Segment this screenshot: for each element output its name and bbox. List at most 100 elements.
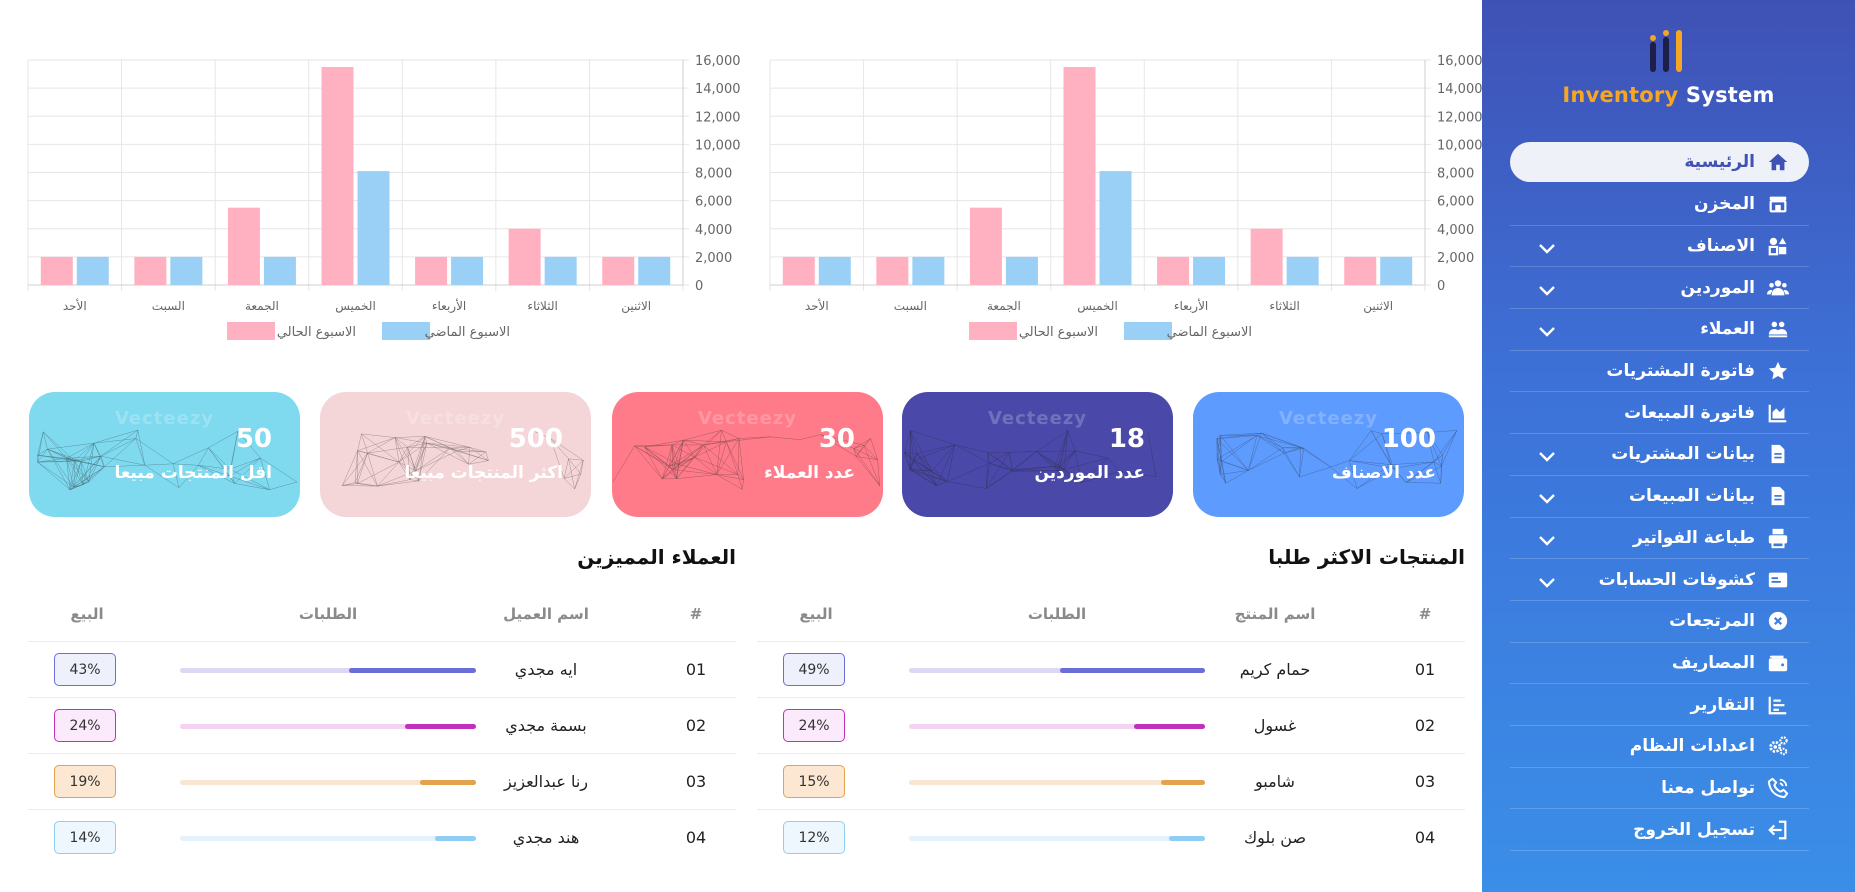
x-tick-label: الخميس	[335, 299, 376, 314]
row-name: بسمة مجدي	[505, 716, 587, 735]
progress-track	[180, 780, 476, 785]
progress-fill	[1133, 724, 1205, 729]
bar-previous-5	[912, 256, 945, 285]
stat-label: عدد الاصناف	[1331, 463, 1436, 483]
chevron-down-icon[interactable]	[1538, 448, 1556, 463]
sidebar-item-8[interactable]: بيانات المبيعات	[1510, 476, 1809, 518]
y-tick-label: 8,000	[695, 167, 732, 182]
row-number: 02	[1414, 716, 1436, 735]
legend-label[interactable]: الاسبوع الماضي	[425, 325, 510, 340]
table-row[interactable]: 03 رنا عبدالعزيز 19%	[28, 753, 736, 809]
legend-swatch	[969, 322, 1017, 340]
bar-current-5	[876, 256, 909, 285]
chevron-down-icon[interactable]	[1538, 240, 1556, 254]
progress-track	[180, 668, 476, 673]
header-sales: البيع	[799, 605, 833, 623]
store-icon	[1765, 193, 1791, 215]
phone-icon	[1765, 777, 1791, 799]
header-name: اسم العميل	[503, 605, 589, 623]
y-tick-label: 12,000	[1437, 110, 1483, 125]
sidebar-item-label: اعدادات النظام	[1629, 736, 1755, 757]
chevron-down-icon[interactable]	[1538, 282, 1556, 296]
progress-track	[909, 668, 1205, 673]
sidebar-item-14[interactable]: اعدادات النظام	[1510, 726, 1809, 768]
sidebar-item-6[interactable]: فاتورة المبيعات	[1510, 392, 1809, 435]
chevron-down-icon[interactable]	[1538, 490, 1556, 504]
y-tick-label: 10,000	[1437, 138, 1483, 153]
sidebar-item-1[interactable]: المخزن	[1510, 184, 1809, 226]
x-tick-label: الأحد	[805, 298, 829, 313]
stat-label: اكثر المنتجات مبيعا	[404, 463, 563, 483]
sidebar-item-label: بيانات المبيعات	[1628, 486, 1755, 507]
progress-track	[909, 836, 1205, 841]
printer-icon	[1765, 527, 1791, 549]
sales-percent-badge: 19%	[54, 765, 116, 798]
bar-current-6	[782, 256, 815, 285]
x-tick-label: الثلاثاء	[1269, 299, 1299, 313]
header-orders: الطلبات	[1027, 605, 1087, 623]
sidebar-item-4[interactable]: العملاء	[1510, 309, 1809, 351]
stat-card-3[interactable]: Vecteezy 500 اكثر المنتجات مبيعا	[320, 392, 591, 517]
sidebar-item-7[interactable]: بيانات المشتريات	[1510, 434, 1809, 476]
progress-fill	[419, 780, 476, 785]
stat-card-2[interactable]: Vecteezy 30 عدد العملاء	[612, 392, 883, 517]
bar-previous-3	[1099, 171, 1132, 285]
sales-chart-left: 0 2,000 4,000 6,000 8,000 10,000 12,000 14,000 1…	[18, 40, 748, 370]
sidebar-item-10[interactable]: كشوفات الحسابات	[1510, 559, 1809, 601]
table-row[interactable]: 04 هند مجدي 14%	[28, 809, 736, 865]
logout-icon	[1765, 819, 1791, 841]
x-tick-label: الجمعة	[245, 299, 279, 313]
stat-card-4[interactable]: Vecteezy 50 اقل المنتجات مبيعا	[29, 392, 300, 517]
y-tick-label: 14,000	[1437, 82, 1483, 97]
users-icon	[1765, 277, 1791, 299]
legend-label[interactable]: الاسبوع الماضي	[1167, 325, 1252, 340]
table-row[interactable]: 03 شامبو 15%	[757, 753, 1465, 809]
table-row[interactable]: 02 غسول 24%	[757, 697, 1465, 753]
sidebar-item-15[interactable]: تواصل معنا	[1510, 768, 1809, 810]
y-tick-label: 12,000	[695, 110, 741, 125]
sidebar-item-label: فاتورة المبيعات	[1624, 402, 1755, 423]
sidebar-item-2[interactable]: الاصناف	[1510, 226, 1809, 268]
row-number: 02	[685, 716, 707, 735]
sidebar-item-16[interactable]: تسجيل الخروج	[1510, 809, 1809, 851]
sidebar-item-label: العملاء	[1700, 319, 1755, 340]
sidebar-item-9[interactable]: طباعة الفواتير	[1510, 518, 1809, 560]
sidebar-item-13[interactable]: التقارير	[1510, 684, 1809, 726]
sidebar-item-label: الرئيسية	[1684, 152, 1755, 172]
logo-icon	[1650, 30, 1682, 72]
sidebar-item-11[interactable]: المرتجعات	[1510, 601, 1809, 643]
bar-previous-1	[1286, 256, 1319, 285]
row-name: رنا عبدالعزيز	[503, 772, 589, 791]
chevron-down-icon[interactable]	[1538, 323, 1556, 338]
stat-card-0[interactable]: Vecteezy 100 عدد الاصناف	[1193, 392, 1464, 517]
chart-legend: الاسبوع الماضي الاسبوع الحالي	[227, 322, 510, 340]
chevron-down-icon[interactable]	[1538, 574, 1556, 588]
y-tick-label: 4,000	[695, 223, 732, 238]
chevron-down-icon[interactable]	[1538, 532, 1556, 546]
y-tick-label: 0	[695, 279, 703, 294]
bar-current-3	[321, 67, 354, 285]
sidebar-item-label: المرتجعات	[1669, 611, 1755, 632]
x-tick-label: الاثنين	[621, 299, 651, 314]
table-row[interactable]: 01 ايه مجدي 43%	[28, 641, 736, 697]
y-tick-label: 6,000	[695, 195, 732, 210]
stat-card-1[interactable]: Vecteezy 18 عدد الموردين	[902, 392, 1173, 517]
customers-icon	[1765, 318, 1791, 340]
sidebar-item-0[interactable]: الرئيسية	[1510, 142, 1809, 182]
bar-current-1	[1250, 228, 1283, 285]
progress-fill	[434, 836, 476, 841]
logo-word-1: Inventory	[1562, 83, 1679, 107]
sidebar-item-3[interactable]: الموردين	[1510, 267, 1809, 310]
dashboard: Inventory System الرئيسية المخزن الاصناف ال…	[0, 0, 1855, 892]
y-tick-label: 10,000	[695, 138, 741, 153]
sidebar-item-5[interactable]: فاتورة المشتريات	[1510, 351, 1809, 393]
sidebar-item-12[interactable]: المصاريف	[1510, 643, 1809, 685]
y-tick-label: 14,000	[695, 82, 741, 97]
table-row[interactable]: 04 صن بلوك 12%	[757, 809, 1465, 865]
legend-label[interactable]: الاسبوع الحالي	[1019, 325, 1098, 340]
table-row[interactable]: 01 حمام كريم 49%	[757, 641, 1465, 697]
logo-text: Inventory System	[1482, 83, 1855, 107]
bar-current-4	[969, 207, 1002, 285]
table-row[interactable]: 02 بسمة مجدي 24%	[28, 697, 736, 753]
legend-label[interactable]: الاسبوع الحالي	[277, 325, 356, 340]
